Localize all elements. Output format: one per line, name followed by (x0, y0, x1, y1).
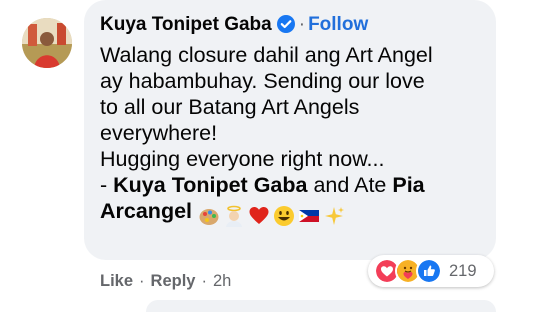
comment-line: ay habambuhay. Sending our love (100, 69, 425, 93)
signoff-prefix: - (100, 173, 114, 197)
author-name[interactable]: Kuya Tonipet Gaba (100, 14, 272, 35)
comment-line: Walang closure dahil ang Art Angel (100, 43, 433, 67)
avatar-photo (22, 18, 72, 68)
mention-tonipet[interactable]: Kuya Tonipet Gaba (113, 173, 307, 197)
sparkles-icon (323, 205, 345, 227)
comment-actions: Like · Reply · 2h (100, 271, 231, 291)
next-reply-bubble (146, 300, 496, 312)
action-separator: · (139, 272, 145, 290)
comment-line: Hugging everyone right now... (100, 147, 385, 171)
author-avatar[interactable] (22, 18, 72, 68)
follow-button[interactable]: Follow (308, 14, 368, 35)
reaction-count: 219 (449, 261, 477, 280)
comment-text: Walang closure dahil ang Art Angel ay ha… (100, 42, 480, 228)
comment-timestamp[interactable]: 2h (213, 272, 231, 290)
red-heart-icon (248, 205, 270, 227)
like-button[interactable]: Like (100, 272, 133, 290)
action-separator: · (201, 272, 207, 290)
reply-button[interactable]: Reply (151, 272, 196, 290)
mention-arcangel[interactable]: Arcangel (100, 199, 192, 223)
header-separator: · (298, 14, 306, 35)
emoji-row (198, 202, 348, 228)
reaction-summary[interactable]: 219 (368, 255, 494, 287)
comment-line: to all our Batang Art Angels (100, 95, 360, 119)
grinning-face-icon (273, 205, 295, 227)
signoff-middle: and Ate (307, 173, 393, 197)
artist-palette-icon (198, 205, 220, 227)
angel-icon (223, 205, 245, 228)
like-icon (416, 258, 442, 284)
philippines-flag-icon (298, 205, 320, 227)
comment-signoff: - Kuya Tonipet Gaba and Ate Pia (100, 172, 480, 198)
comment-signoff-line2: Arcangel (100, 198, 480, 228)
comment-header: Kuya Tonipet Gaba · Follow (100, 14, 480, 36)
mention-pia[interactable]: Pia (392, 173, 424, 197)
verified-badge-icon (276, 15, 295, 33)
comment-bubble: Kuya Tonipet Gaba · Follow Walang closure… (84, 0, 496, 260)
comment-line: everywhere! (100, 121, 218, 145)
